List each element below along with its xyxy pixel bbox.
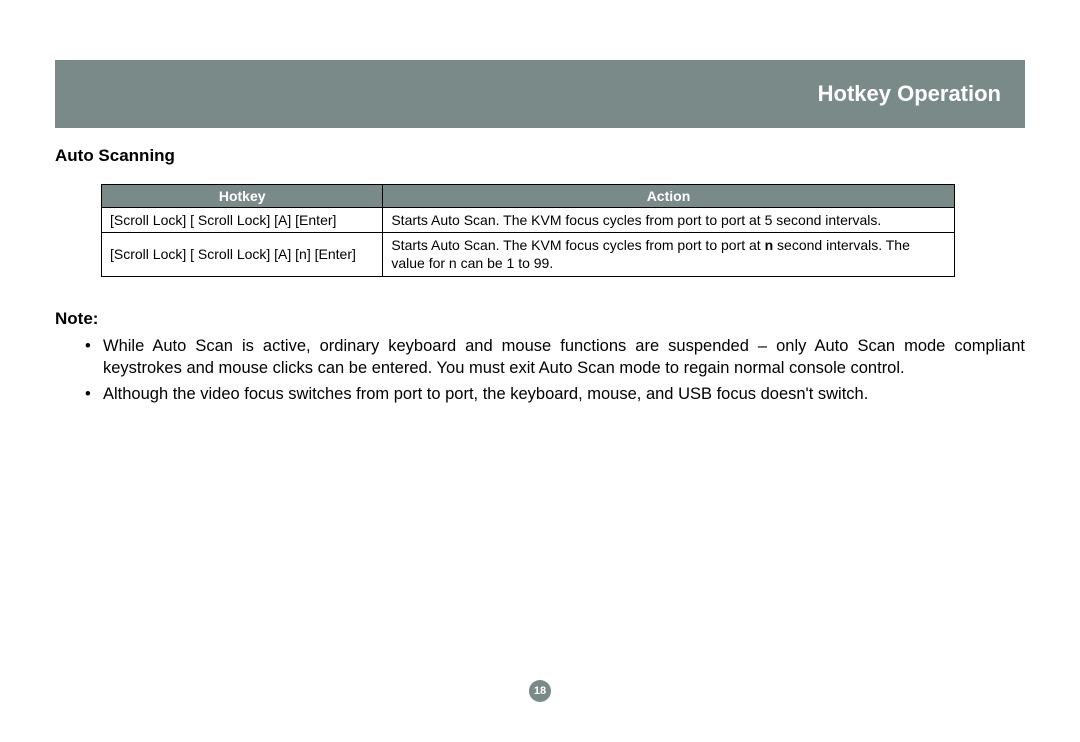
page-number-badge: 18	[529, 680, 551, 702]
table-row: [Scroll Lock] [ Scroll Lock] [A] [Enter]…	[102, 208, 955, 233]
hotkey-cell: [Scroll Lock] [ Scroll Lock] [A] [n] [En…	[102, 233, 383, 276]
header-banner: Hotkey Operation	[55, 60, 1025, 128]
action-cell: Starts Auto Scan. The KVM focus cycles f…	[383, 233, 954, 276]
table-header-row: Hotkey Action	[102, 185, 955, 208]
note-list: While Auto Scan is active, ordinary keyb…	[55, 335, 1025, 406]
page-title: Hotkey Operation	[818, 81, 1001, 107]
action-cell: Starts Auto Scan. The KVM focus cycles f…	[383, 208, 954, 233]
hotkey-cell: [Scroll Lock] [ Scroll Lock] [A] [Enter]	[102, 208, 383, 233]
action-text-prefix: Starts Auto Scan. The KVM focus cycles f…	[391, 237, 764, 253]
table-header-action: Action	[383, 185, 954, 208]
list-item: Although the video focus switches from p…	[85, 383, 1025, 405]
note-heading: Note:	[55, 309, 1025, 329]
section-heading: Auto Scanning	[55, 146, 1025, 166]
action-text-bold: n	[765, 237, 774, 253]
table-row: [Scroll Lock] [ Scroll Lock] [A] [n] [En…	[102, 233, 955, 276]
hotkey-table: Hotkey Action [Scroll Lock] [ Scroll Loc…	[101, 184, 955, 277]
list-item: While Auto Scan is active, ordinary keyb…	[85, 335, 1025, 380]
document-page: Hotkey Operation Auto Scanning Hotkey Ac…	[0, 0, 1080, 449]
table-header-hotkey: Hotkey	[102, 185, 383, 208]
